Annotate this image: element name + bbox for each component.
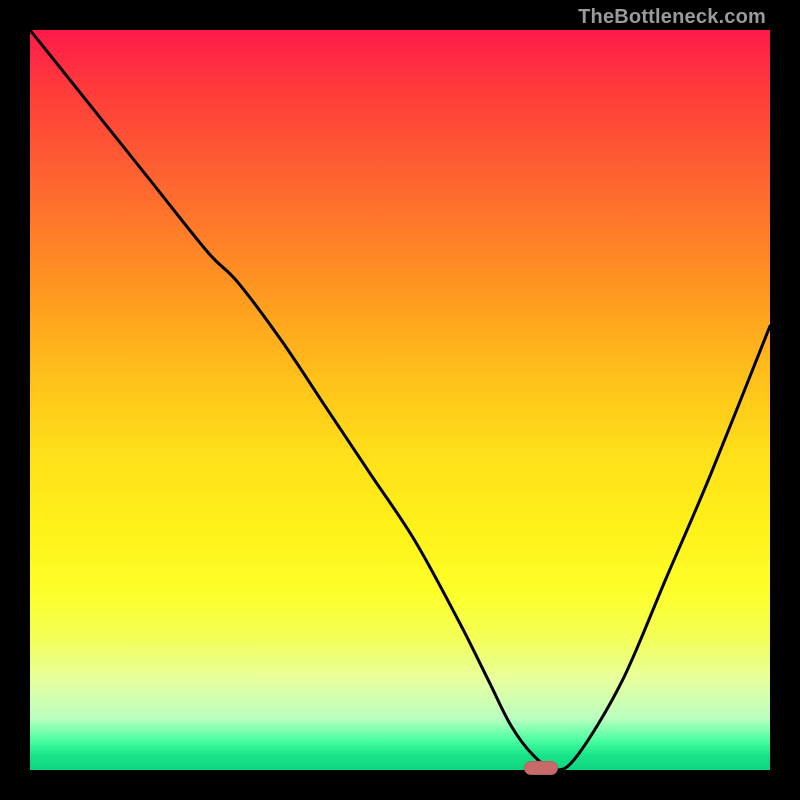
optimum-marker	[524, 761, 558, 775]
curve-layer	[30, 30, 770, 770]
watermark-text: TheBottleneck.com	[578, 6, 766, 29]
chart-frame: TheBottleneck.com	[0, 0, 800, 800]
bottleneck-curve	[30, 30, 770, 770]
